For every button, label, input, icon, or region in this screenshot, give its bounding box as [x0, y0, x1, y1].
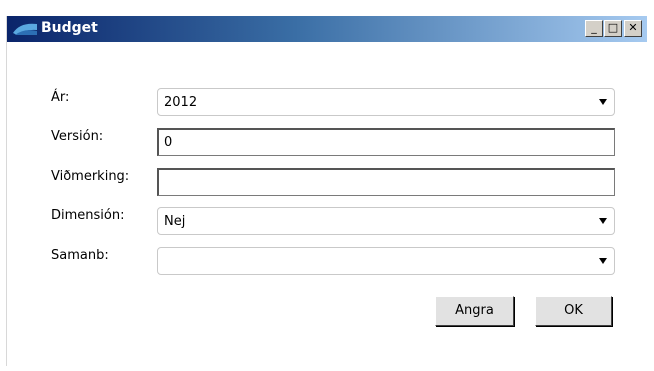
- cancel-button[interactable]: Angra: [435, 296, 514, 326]
- dimension-value: Nej: [164, 214, 186, 229]
- chevron-down-icon: [599, 218, 607, 224]
- compare-dropdown[interactable]: [157, 247, 615, 275]
- budget-dialog: Budget _ □ ✕ Ár: 2012 Versión: 0 Viðmerk…: [6, 16, 647, 366]
- year-value: 2012: [164, 95, 198, 110]
- minimize-icon: _: [591, 21, 597, 34]
- chevron-down-icon: [599, 258, 607, 264]
- note-input[interactable]: [157, 168, 615, 196]
- dimension-label: Dimensión:: [51, 208, 125, 223]
- app-icon: [13, 23, 37, 35]
- ok-button[interactable]: OK: [535, 296, 612, 326]
- maximize-button[interactable]: □: [604, 20, 622, 37]
- dimension-dropdown[interactable]: Nej: [157, 207, 615, 235]
- window-title: Budget: [41, 20, 98, 36]
- title-bar[interactable]: Budget _ □ ✕: [7, 16, 647, 42]
- chevron-down-icon: [599, 99, 607, 105]
- version-label: Versión:: [51, 129, 104, 144]
- compare-label: Samanb:: [51, 248, 109, 263]
- version-input[interactable]: 0: [157, 128, 615, 156]
- year-label: Ár:: [51, 90, 70, 105]
- year-dropdown[interactable]: 2012: [157, 88, 615, 116]
- version-value: 0: [164, 135, 173, 150]
- maximize-icon: □: [607, 21, 619, 34]
- note-label: Viðmerking:: [51, 169, 130, 184]
- minimize-button[interactable]: _: [585, 20, 603, 37]
- close-icon: ✕: [628, 21, 638, 34]
- close-button[interactable]: ✕: [624, 20, 642, 37]
